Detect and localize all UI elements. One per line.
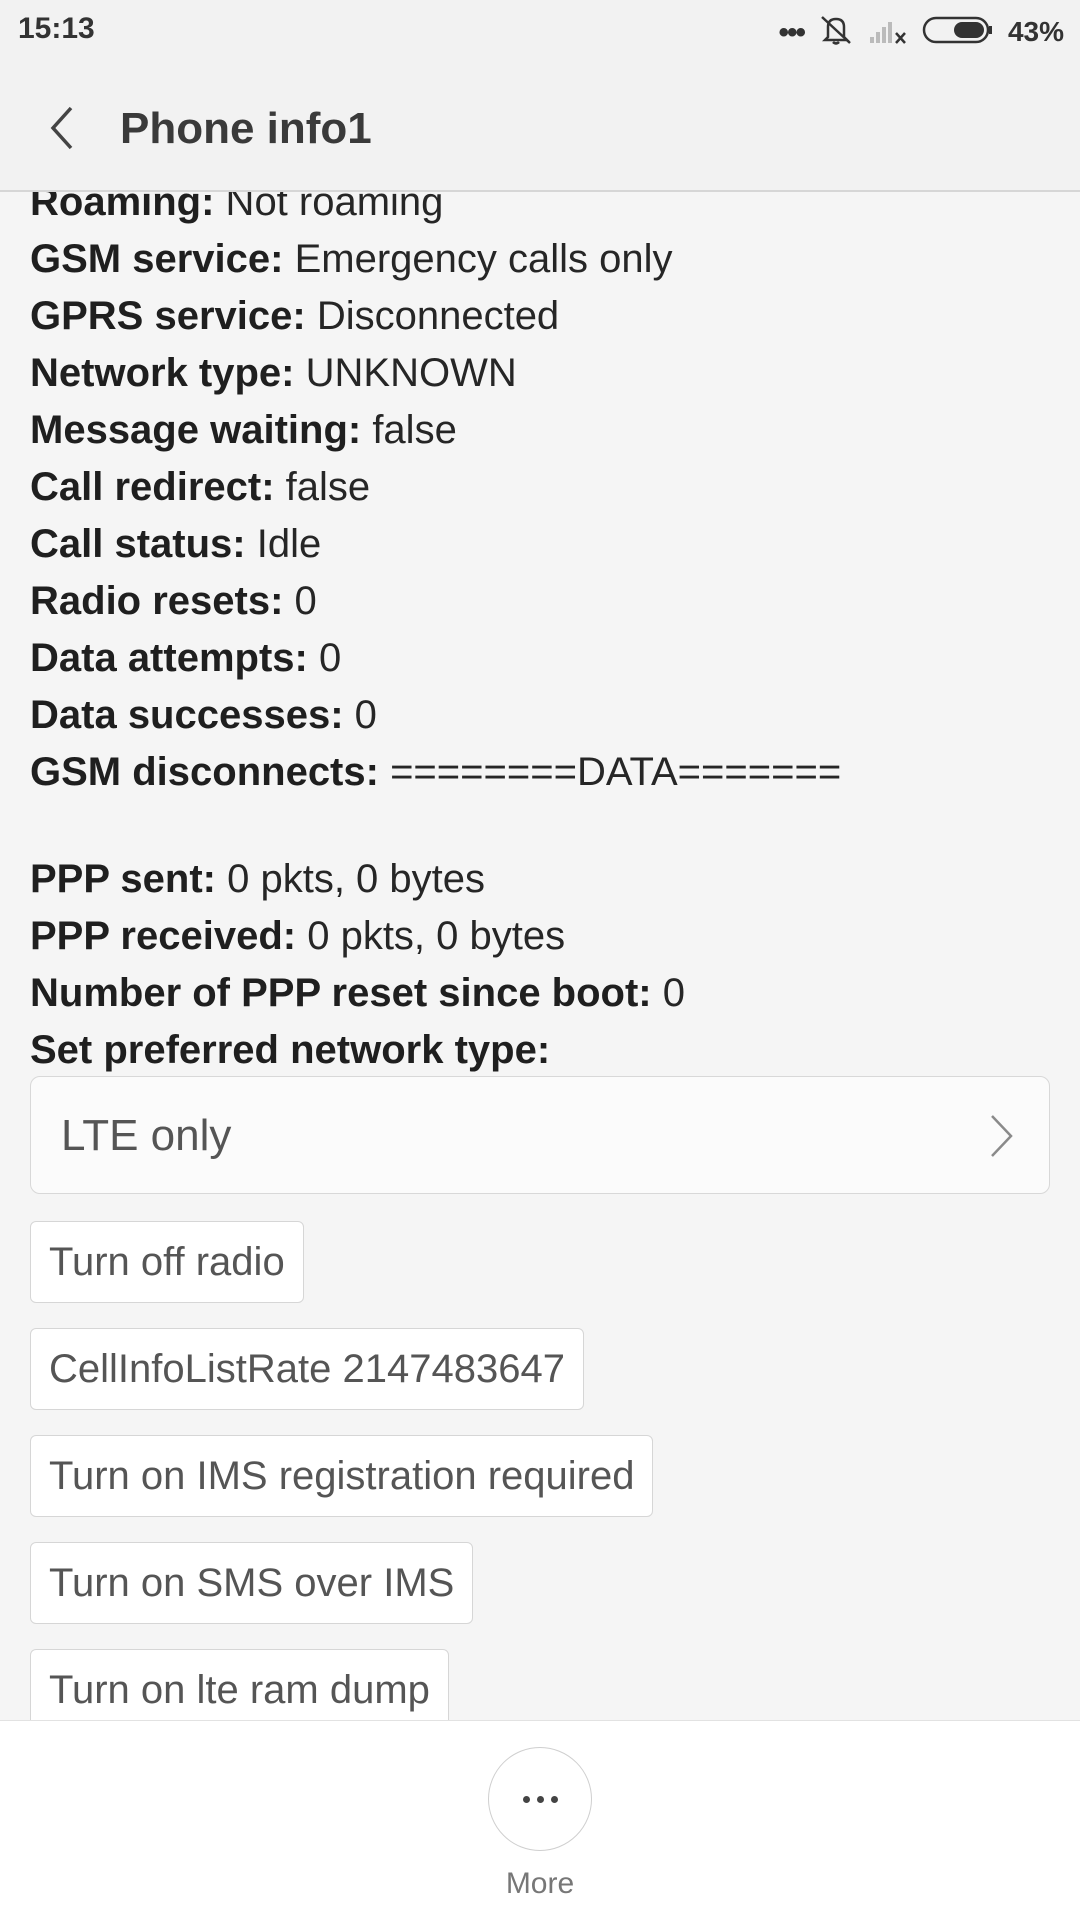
- cell-info-list-rate-button[interactable]: CellInfoListRate 2147483647: [30, 1328, 584, 1410]
- info-label: GSM service:: [30, 237, 284, 281]
- info-row-ppp-reset: Number of PPP reset since boot: 0: [30, 965, 1060, 1022]
- info-label: GPRS service:: [30, 294, 306, 338]
- info-value: false: [361, 408, 457, 452]
- info-label: GSM disconnects:: [30, 750, 379, 794]
- info-label: Roaming:: [30, 192, 215, 224]
- info-value: false: [274, 465, 371, 509]
- more-icon: [522, 1795, 558, 1803]
- turn-off-radio-button[interactable]: Turn off radio: [30, 1221, 304, 1303]
- info-value: UNKNOWN: [294, 351, 517, 395]
- info-row-preferred-network-label: Set preferred network type:: [30, 1022, 1060, 1079]
- info-value: 0: [307, 636, 342, 680]
- info-row-gprs-service: GPRS service: Disconnected: [30, 288, 1060, 345]
- no-signal-icon: [868, 15, 908, 50]
- info-value: Emergency calls only: [283, 237, 673, 281]
- phone-info-content[interactable]: Roaming: Not roaming GSM service: Emerge…: [0, 192, 1080, 1720]
- info-row-roaming: Roaming: Not roaming: [30, 192, 1060, 231]
- chevron-right-icon: [991, 1115, 1013, 1157]
- info-value: Not roaming: [214, 192, 444, 224]
- info-row-call-redirect: Call redirect: false: [30, 459, 1060, 516]
- info-row-gsm-service: GSM service: Emergency calls only: [30, 231, 1060, 288]
- ims-registration-button[interactable]: Turn on IMS registration required: [30, 1435, 654, 1517]
- preferred-network-value: LTE only: [61, 1111, 232, 1160]
- info-value: Disconnected: [305, 294, 560, 338]
- more-label: More: [505, 1867, 575, 1900]
- info-row-data-successes: Data successes: 0: [30, 687, 1060, 744]
- info-value: 0: [343, 693, 377, 737]
- info-row-data-attempts: Data attempts: 0: [30, 630, 1060, 687]
- info-row-call-status: Call status: Idle: [30, 516, 1060, 573]
- vibrate-mute-icon: [818, 13, 854, 52]
- info-label: Network type:: [30, 351, 295, 395]
- info-label: Number of PPP reset since boot:: [30, 971, 652, 1015]
- info-row-network-type: Network type: UNKNOWN: [30, 345, 1060, 402]
- info-value: 0 pkts, 0 bytes: [216, 857, 486, 901]
- chevron-left-icon: [50, 106, 73, 150]
- info-label: PPP received:: [30, 914, 297, 958]
- status-icons: ••• 43%: [778, 12, 1064, 52]
- info-label: Data attempts:: [30, 636, 308, 680]
- info-value: 0: [283, 579, 317, 623]
- sms-over-ims-button[interactable]: Turn on SMS over IMS: [30, 1542, 474, 1624]
- info-label: PPP sent:: [30, 857, 216, 901]
- info-row-radio-resets: Radio resets: 0: [30, 573, 1060, 630]
- info-row-message-waiting: Message waiting: false: [30, 402, 1060, 459]
- more-button[interactable]: [488, 1747, 592, 1851]
- info-row-gsm-disconnects: GSM disconnects: ========DATA=======: [30, 744, 1060, 801]
- info-label: Message waiting:: [30, 408, 362, 452]
- info-label: Call redirect:: [30, 465, 275, 509]
- info-row-ppp-received: PPP received: 0 pkts, 0 bytes: [30, 908, 1060, 965]
- back-button[interactable]: [38, 98, 86, 158]
- info-label: Radio resets:: [30, 579, 284, 623]
- info-list: Roaming: Not roaming GSM service: Emerge…: [30, 192, 1060, 1079]
- info-label: Call status:: [30, 522, 246, 566]
- info-label: Data successes:: [30, 693, 344, 737]
- preferred-network-dropdown[interactable]: LTE only: [30, 1076, 1050, 1194]
- more-dots-icon: •••: [778, 16, 805, 49]
- status-bar: 15:13 ••• 43%: [0, 0, 1080, 64]
- info-label: Set preferred network type:: [30, 1028, 551, 1072]
- info-value: 0: [651, 971, 685, 1015]
- battery-percentage: 43%: [1007, 16, 1064, 47]
- info-row-ppp-sent: PPP sent: 0 pkts, 0 bytes: [30, 851, 1060, 908]
- app-header: Phone info1: [0, 64, 1080, 192]
- info-value: ========DATA=======: [378, 750, 842, 794]
- status-time: 15:13: [18, 12, 95, 45]
- battery-icon: [922, 15, 994, 50]
- page-title: Phone info1: [120, 104, 372, 153]
- info-value: Idle: [245, 522, 322, 566]
- info-value: 0 pkts, 0 bytes: [296, 914, 566, 958]
- lte-ram-dump-button[interactable]: Turn on lte ram dump: [30, 1649, 449, 1720]
- bottom-action-bar: More: [0, 1720, 1080, 1920]
